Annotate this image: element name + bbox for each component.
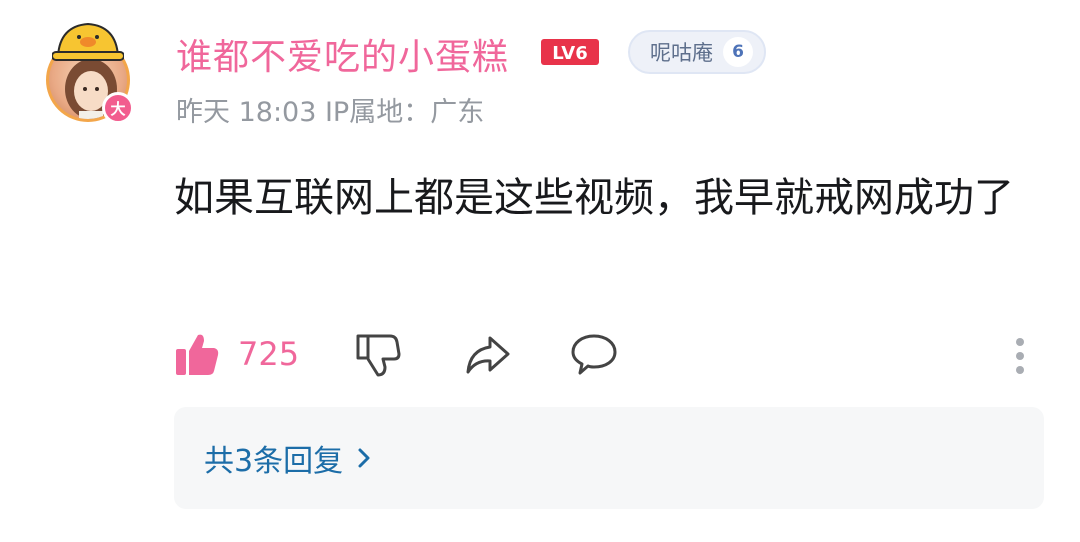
more-options-button[interactable]: [1010, 325, 1030, 383]
duck-hat-icon: [52, 22, 124, 61]
comment-meta: 昨天 18:03 IP属地：广东: [176, 97, 485, 128]
dislike-button[interactable]: [354, 325, 402, 383]
chevron-right-icon: [358, 448, 370, 468]
fan-medal-badge[interactable]: 呢咕庵 6: [628, 30, 766, 74]
share-icon: [466, 336, 510, 374]
view-replies-link[interactable]: 共3条回复: [204, 436, 343, 480]
comment-text: 如果互联网上都是这些视频，我早就戒网成功了: [174, 175, 1014, 221]
vip-badge: 大: [102, 92, 134, 124]
like-count: 725: [238, 335, 300, 373]
like-button[interactable]: 725: [174, 325, 299, 383]
thumbs-up-icon: [176, 334, 219, 375]
level-badge: LV6: [541, 39, 599, 65]
fan-medal-level: 6: [723, 37, 753, 67]
speech-bubble-icon: [571, 334, 617, 375]
share-button[interactable]: [464, 325, 512, 383]
fan-medal-name: 呢咕庵: [650, 41, 713, 65]
svg-text:LV6: LV6: [552, 43, 587, 64]
username[interactable]: 谁都不爱吃的小蛋糕: [176, 28, 509, 80]
reply-button[interactable]: [570, 325, 618, 383]
user-avatar[interactable]: 大: [40, 20, 136, 130]
vertical-dots-icon: [1016, 338, 1024, 374]
replies-box[interactable]: 共3条回复: [174, 407, 1044, 509]
action-bar: 725: [174, 325, 1034, 383]
thumbs-down-icon: [356, 334, 401, 377]
